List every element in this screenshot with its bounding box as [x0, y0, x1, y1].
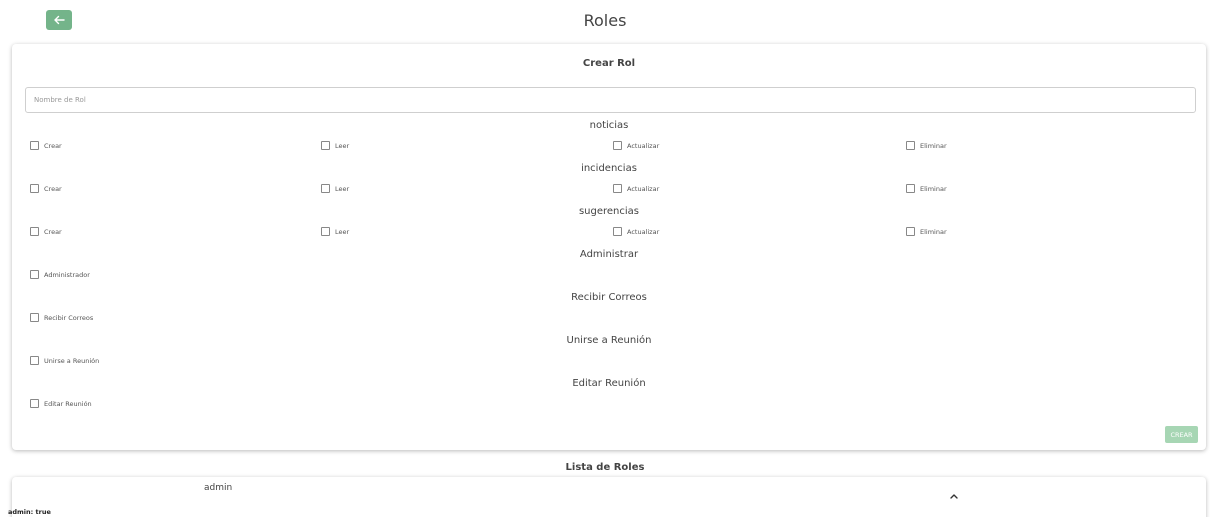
- checkbox-box[interactable]: [30, 184, 39, 193]
- section-title-unirse-reunion: Unirse a Reunión: [566, 335, 652, 346]
- chevron-up-icon[interactable]: [950, 484, 958, 503]
- checkbox-box[interactable]: [321, 141, 330, 150]
- permissions-row-noticias: Crear Leer Actualizar Eliminar: [12, 141, 1206, 153]
- checkbox-label: Administrador: [44, 270, 90, 279]
- page-title: Roles: [583, 11, 627, 30]
- checkbox-sugerencias-eliminar[interactable]: Eliminar: [906, 227, 947, 236]
- checkbox-sugerencias-actualizar[interactable]: Actualizar: [613, 227, 659, 236]
- permissions-row-editar-reunion: Editar Reunión: [12, 399, 1206, 411]
- checkbox-box[interactable]: [613, 141, 622, 150]
- checkbox-noticias-leer[interactable]: Leer: [321, 141, 349, 150]
- checkbox-label: Actualizar: [627, 141, 660, 150]
- checkbox-sugerencias-leer[interactable]: Leer: [321, 227, 349, 236]
- checkbox-label: Actualizar: [627, 227, 660, 236]
- roles-list-title: Lista de Roles: [565, 462, 645, 473]
- checkbox-noticias-crear[interactable]: Crear: [30, 141, 62, 150]
- checkbox-box[interactable]: [613, 227, 622, 236]
- checkbox-editar-reunion[interactable]: Editar Reunión: [30, 399, 92, 408]
- checkbox-box[interactable]: [321, 227, 330, 236]
- create-button[interactable]: CREAR: [1165, 426, 1198, 443]
- checkbox-label: Unirse a Reunión: [44, 356, 100, 365]
- checkbox-box[interactable]: [30, 141, 39, 150]
- checkbox-unirse-reunion[interactable]: Unirse a Reunión: [30, 356, 99, 365]
- checkbox-box[interactable]: [906, 141, 915, 150]
- role-panel: admin: [12, 477, 1206, 517]
- checkbox-label: Crear: [44, 227, 62, 236]
- section-title-noticias: noticias: [589, 120, 629, 131]
- checkbox-label: Eliminar: [920, 227, 947, 236]
- checkbox-recibir-correos[interactable]: Recibir Correos: [30, 313, 93, 322]
- checkbox-label: Crear: [44, 141, 62, 150]
- role-detail: admin: true: [8, 508, 51, 516]
- section-title-sugerencias: sugerencias: [578, 206, 640, 217]
- checkbox-noticias-actualizar[interactable]: Actualizar: [613, 141, 659, 150]
- checkbox-box[interactable]: [906, 227, 915, 236]
- section-title-recibir-correos: Recibir Correos: [571, 292, 647, 303]
- checkbox-label: Eliminar: [920, 184, 947, 193]
- section-title-administrar: Administrar: [579, 249, 639, 260]
- checkbox-incidencias-leer[interactable]: Leer: [321, 184, 349, 193]
- checkbox-administrador[interactable]: Administrador: [30, 270, 90, 279]
- create-role-title: Crear Rol: [582, 58, 636, 69]
- role-name: admin: [204, 483, 233, 493]
- checkbox-noticias-eliminar[interactable]: Eliminar: [906, 141, 947, 150]
- checkbox-incidencias-actualizar[interactable]: Actualizar: [613, 184, 659, 193]
- checkbox-label: Recibir Correos: [44, 313, 94, 322]
- permissions-row-sugerencias: Crear Leer Actualizar Eliminar: [12, 227, 1206, 239]
- checkbox-label: Leer: [335, 141, 350, 150]
- role-panel-header[interactable]: admin: [12, 477, 1206, 499]
- checkbox-sugerencias-crear[interactable]: Crear: [30, 227, 62, 236]
- permissions-row-administrar: Administrador: [12, 270, 1206, 282]
- checkbox-box[interactable]: [30, 399, 39, 408]
- checkbox-box[interactable]: [30, 227, 39, 236]
- create-role-card: Crear Rol noticias Crear Leer Actualizar…: [12, 44, 1206, 450]
- checkbox-box[interactable]: [30, 270, 39, 279]
- checkbox-incidencias-eliminar[interactable]: Eliminar: [906, 184, 947, 193]
- permissions-row-unirse-reunion: Unirse a Reunión: [12, 356, 1206, 368]
- checkbox-label: Crear: [44, 184, 62, 193]
- role-name-input[interactable]: [25, 87, 1196, 113]
- checkbox-label: Leer: [335, 184, 350, 193]
- checkbox-box[interactable]: [30, 313, 39, 322]
- checkbox-label: Leer: [335, 227, 350, 236]
- checkbox-incidencias-crear[interactable]: Crear: [30, 184, 62, 193]
- checkbox-box[interactable]: [613, 184, 622, 193]
- section-title-editar-reunion: Editar Reunión: [572, 378, 646, 389]
- permissions-row-incidencias: Crear Leer Actualizar Eliminar: [12, 184, 1206, 196]
- checkbox-box[interactable]: [321, 184, 330, 193]
- checkbox-box[interactable]: [30, 356, 39, 365]
- permissions-row-recibir-correos: Recibir Correos: [12, 313, 1206, 325]
- checkbox-label: Actualizar: [627, 184, 660, 193]
- checkbox-box[interactable]: [906, 184, 915, 193]
- checkbox-label: Editar Reunión: [44, 399, 92, 408]
- checkbox-label: Eliminar: [920, 141, 947, 150]
- section-title-incidencias: incidencias: [581, 163, 637, 174]
